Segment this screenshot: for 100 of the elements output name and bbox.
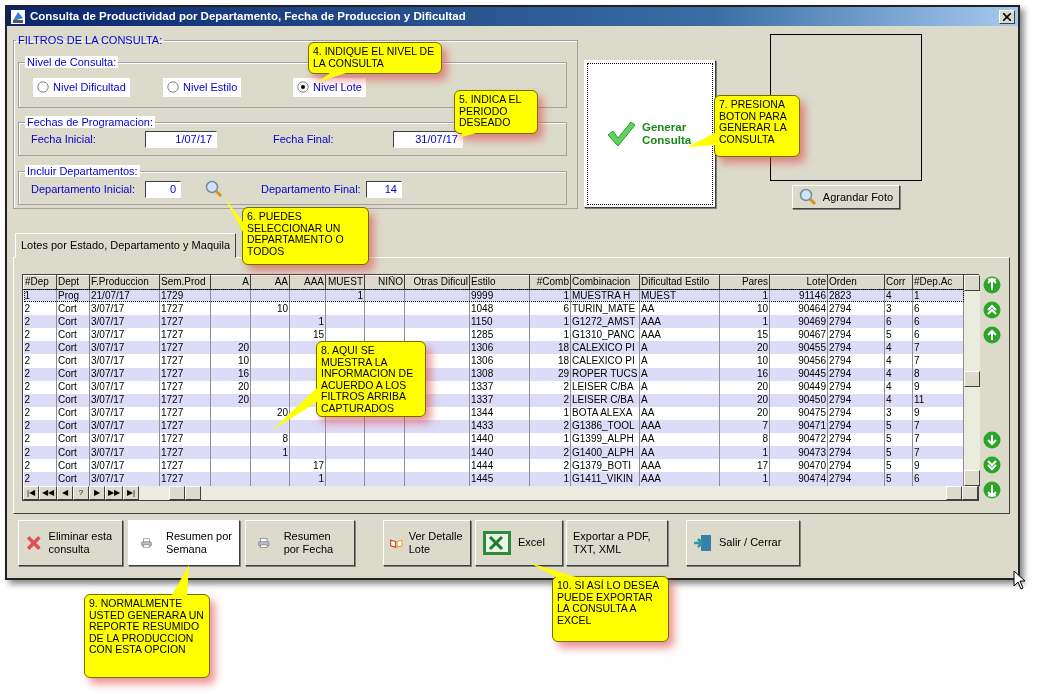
column-header[interactable]: Orden (827, 275, 885, 290)
table-cell: 2 (529, 393, 571, 407)
table-cell: 1 (719, 446, 770, 460)
table-cell: 91146 (769, 289, 828, 303)
callout: 7. PRESIONA BOTON PARA GENERAR LA CONSULTA (714, 95, 800, 157)
table-cell: 9 (912, 380, 964, 394)
callout-pointer (462, 133, 476, 137)
action-button[interactable]: Excel (475, 519, 563, 566)
callout: 5. INDICA EL PERIODO DESEADO (454, 90, 538, 134)
column-header[interactable]: NIÑO (364, 275, 405, 290)
table-cell: A (639, 354, 720, 368)
last-page-icon[interactable] (983, 480, 1001, 499)
table-cell: 3/07/17 (89, 446, 160, 460)
radio-option[interactable]: Nivel Estilo (163, 78, 242, 97)
table-cell: Cort (56, 367, 90, 381)
table-cell: 1 (250, 446, 290, 460)
column-header[interactable]: Combinacion (570, 275, 640, 290)
table-cell: 2 (529, 419, 571, 433)
callout-pointer (318, 73, 346, 82)
table-cell: 3/07/17 (89, 472, 160, 486)
column-header[interactable]: F.Produccion (89, 275, 160, 290)
column-header[interactable]: #Comb (529, 275, 571, 290)
enlarge-photo-button[interactable]: Agrandar Foto (791, 185, 901, 209)
table-cell: 18 (529, 341, 571, 355)
action-button[interactable]: Salir / Cerrar (686, 519, 800, 566)
double-up-icon[interactable] (983, 300, 1001, 319)
group-title: FILTROS DE LA CONSULTA: (17, 34, 164, 46)
table-cell: 1 (719, 472, 770, 486)
column-header[interactable]: AA (250, 275, 290, 290)
table-cell: 2 (529, 446, 571, 460)
table-cell: 6 (884, 315, 913, 329)
table-cell: 2794 (827, 406, 885, 420)
table-cell: 90449 (769, 380, 828, 394)
column-header[interactable]: AAA (289, 275, 326, 290)
table-cell: 2 (23, 380, 57, 394)
search-icon[interactable] (205, 180, 223, 198)
table-cell: 1727 (159, 472, 211, 486)
callout: 6. PUEDES SELECCIONAR UN DEPARTAMENTO O TODOS (242, 207, 369, 265)
column-header[interactable]: A (210, 275, 251, 290)
column-header[interactable]: #Dep.Ac (912, 275, 964, 290)
table-cell: 2794 (827, 367, 885, 381)
action-button[interactable]: Resumen por Fecha (245, 519, 355, 566)
table-cell: 2794 (827, 472, 885, 486)
table-cell: 20 (210, 380, 251, 394)
column-header[interactable]: Estilo (469, 275, 530, 290)
action-button[interactable]: Eliminar esta consulta (18, 519, 123, 566)
table-cell: 1727 (159, 341, 211, 355)
table-cell: 5 (884, 446, 913, 460)
column-header[interactable]: MUEST (325, 275, 365, 290)
first-page-icon[interactable] (983, 275, 1001, 294)
input-field[interactable]: 0 (145, 180, 181, 198)
table-cell: 5 (884, 419, 913, 433)
window-title: Consulta de Productividad por Departamento, Fecha de Produccion y Dificultad (30, 8, 466, 24)
table-cell: 2 (23, 419, 57, 433)
generate-query-button[interactable]: Generar Consulta (584, 60, 716, 208)
field-label: Fecha Inicial: (31, 132, 97, 148)
table-cell: 90469 (769, 315, 828, 329)
column-header[interactable]: Dept (56, 275, 90, 290)
input-field[interactable]: 31/07/17 (393, 131, 463, 148)
table-cell: BOTA ALEXA (570, 406, 640, 420)
table-cell: 3/07/17 (89, 315, 160, 329)
action-button[interactable]: Resumen por Semana (128, 519, 240, 566)
table-cell: 4 (884, 367, 913, 381)
column-header[interactable]: Corr (884, 275, 913, 290)
arrow-up-icon[interactable] (983, 325, 1001, 344)
double-down-icon[interactable] (983, 455, 1001, 474)
column-header[interactable]: Otras Dificul (404, 275, 470, 290)
radio-option[interactable]: Nivel Lote (293, 78, 366, 97)
table-cell: Cort (56, 393, 90, 407)
column-header[interactable]: Sem.Prod (159, 275, 211, 290)
table-cell: 2794 (827, 446, 885, 460)
radio-option[interactable]: Nivel Dificultad (33, 78, 130, 97)
column-header[interactable]: Dificultad Estilo (639, 275, 720, 290)
input-field[interactable]: 1/07/17 (145, 131, 217, 148)
table-cell: 3/07/17 (89, 354, 160, 368)
table-cell: 2 (23, 406, 57, 420)
action-button[interactable]: Exportar a PDF, TXT, XML (566, 519, 668, 566)
table-cell: 2 (23, 315, 57, 329)
table-cell: 1 (289, 472, 326, 486)
table-cell: 20 (719, 341, 770, 355)
table-cell: 90455 (769, 341, 828, 355)
table-cell: 9999 (469, 289, 530, 303)
action-button[interactable]: Ver Detalle Lote (383, 519, 471, 566)
column-header[interactable]: Pares (719, 275, 770, 290)
table-cell: 90475 (769, 406, 828, 420)
arrow-down-icon[interactable] (983, 430, 1001, 449)
tab[interactable]: Lotes por Estado, Departamento y Maquila (15, 233, 237, 258)
input-field[interactable]: 14 (366, 180, 402, 198)
table-cell: 21/07/17 (89, 289, 160, 303)
column-header[interactable]: #Dep (23, 275, 57, 290)
column-header[interactable]: Lote (769, 275, 828, 290)
table-cell: Cort (56, 472, 90, 486)
table-cell: 1306 (469, 341, 530, 355)
table-cell: Cort (56, 406, 90, 420)
table-cell: 90473 (769, 446, 828, 460)
table-cell: ROPER TUCS (570, 367, 640, 381)
table-cell: 20 (719, 380, 770, 394)
table-cell: 1308 (469, 367, 530, 381)
close-button[interactable] (999, 9, 1015, 24)
table-cell: 2 (23, 367, 57, 381)
